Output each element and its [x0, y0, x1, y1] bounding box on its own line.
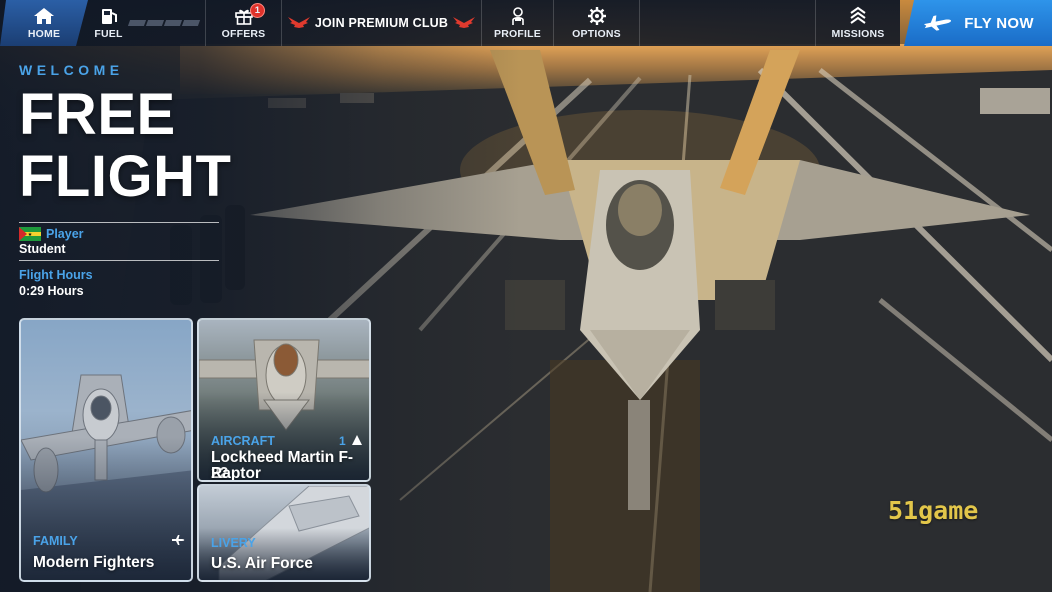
family-caption: FAMILY [33, 534, 78, 548]
top-nav-bar: HOME FUEL OFFERS 1 JOIN PREMIUM CLUB PRO… [0, 0, 900, 46]
fuel-pump-icon [94, 6, 122, 26]
game-mode-title-line2: FLIGHT [19, 144, 232, 209]
tab-fuel-label: FUEL [94, 28, 123, 40]
player-rank: Student [19, 242, 66, 256]
offers-count-badge: 1 [250, 3, 265, 18]
livery-card[interactable]: LIVERY U.S. Air Force [197, 484, 371, 582]
pilot-icon [510, 6, 526, 26]
tab-offers-label: OFFERS [221, 28, 266, 40]
tab-home[interactable]: HOME [0, 0, 88, 46]
player-label: Player [46, 227, 84, 241]
tab-profile-label: PROFILE [494, 28, 541, 40]
flight-hours-value: 0:29 Hours [19, 284, 84, 298]
tab-profile[interactable]: PROFILE [482, 0, 554, 46]
welcome-text: WELCOME [19, 62, 124, 78]
gear-icon [587, 6, 607, 26]
livery-name: U.S. Air Force [211, 555, 313, 572]
tab-missions[interactable]: MISSIONS [816, 0, 900, 46]
tab-options[interactable]: OPTIONS [554, 0, 640, 46]
home-icon [33, 6, 55, 26]
watermark: 51game [888, 496, 979, 525]
divider [19, 260, 219, 261]
wings-emblem-icon-right [452, 15, 476, 31]
tab-missions-label: MISSIONS [831, 28, 885, 40]
fly-now-button[interactable]: FLY NOW [904, 0, 1052, 46]
aircraft-card[interactable]: AIRCRAFT 1 Lockheed Martin F-22 Raptor [197, 318, 371, 482]
airplane-icon [922, 12, 956, 34]
livery-caption: LIVERY [211, 536, 256, 550]
nav-spacer [640, 0, 816, 46]
tab-home-label: HOME [27, 28, 61, 40]
tab-offers[interactable]: OFFERS 1 [206, 0, 282, 46]
divider [19, 222, 219, 223]
aircraft-count: 1 [339, 434, 346, 448]
game-mode-title: FREE FLIGHT [19, 84, 231, 208]
tab-fuel[interactable]: FUEL [88, 0, 206, 46]
rank-chevrons-icon [849, 6, 867, 26]
aircraft-caption: AIRCRAFT [211, 434, 275, 448]
game-mode-title-line1: FREE [19, 82, 176, 147]
premium-label: JOIN PREMIUM CLUB [314, 16, 449, 30]
fuel-level-bar [127, 20, 200, 26]
fly-now-label: FLY NOW [964, 14, 1034, 32]
aircraft-name-line2: Raptor [211, 465, 261, 482]
join-premium-club-button[interactable]: JOIN PREMIUM CLUB [282, 0, 482, 46]
family-name: Modern Fighters [33, 554, 155, 571]
family-card[interactable]: FAMILY Modern Fighters [19, 318, 193, 582]
flag-icon [19, 227, 41, 241]
tab-options-label: OPTIONS [572, 28, 621, 40]
wings-emblem-icon [287, 15, 311, 31]
flight-hours-label: Flight Hours [19, 268, 93, 282]
